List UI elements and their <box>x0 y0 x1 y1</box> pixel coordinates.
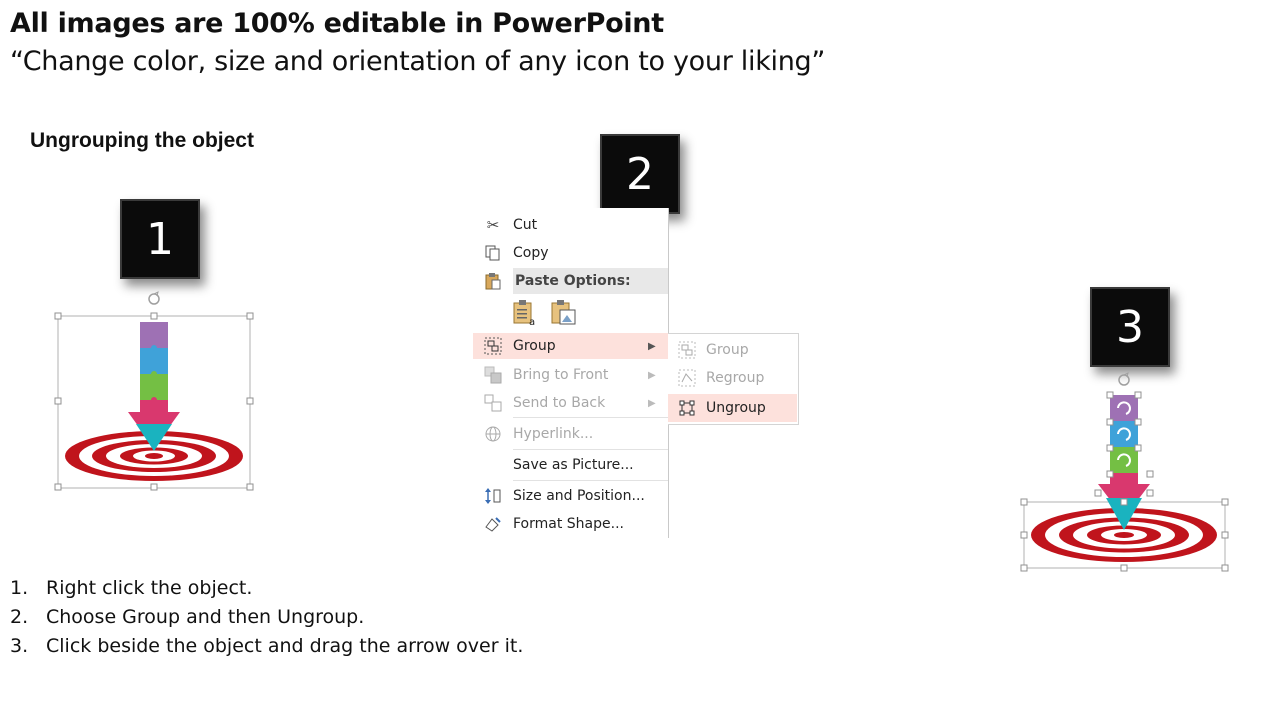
menu-item-bring-to-front[interactable]: Bring to Front ▶ <box>473 362 668 388</box>
menu-separator <box>513 449 668 450</box>
paste-icon <box>473 272 513 290</box>
menu-separator <box>513 480 668 481</box>
scissors-icon: ✂ <box>486 216 500 234</box>
group-submenu: Group Regroup Ungroup <box>668 333 799 425</box>
svg-text:a: a <box>529 317 535 327</box>
ungroup-icon <box>668 399 706 417</box>
menu-item-send-to-back[interactable]: Send to Back ▶ <box>473 390 668 416</box>
submenu-arrow-icon: ▶ <box>648 369 656 381</box>
instruction-item: 1. Right click the object. <box>10 577 253 599</box>
menu-item-size-and-position[interactable]: Size and Position... <box>473 483 668 509</box>
group-icon <box>668 341 706 359</box>
step-box-3: 3 <box>1090 287 1170 367</box>
bring-to-front-icon <box>473 366 513 384</box>
context-menu: ✂ Cut Copy Paste Options: a Group ▶ Brin… <box>473 208 669 538</box>
menu-item-paste-options: Paste Options: <box>473 268 668 294</box>
submenu-item-ungroup[interactable]: Ungroup <box>668 394 797 422</box>
grouped-target-arrow-graphic[interactable] <box>50 288 260 494</box>
menu-item-format-shape[interactable]: Format Shape... <box>473 511 668 537</box>
menu-item-save-as-picture[interactable]: Save as Picture... <box>473 452 668 478</box>
rotate-handle-icon[interactable] <box>1118 372 1130 386</box>
step-box-1: 1 <box>120 199 200 279</box>
step-box-2: 2 <box>600 134 680 214</box>
paste-picture-icon[interactable] <box>549 299 577 327</box>
copy-icon <box>473 245 513 261</box>
section-title: Ungrouping the object <box>30 129 254 152</box>
rotate-handle-icon[interactable] <box>148 291 160 305</box>
menu-item-hyperlink[interactable]: Hyperlink... <box>473 421 668 447</box>
menu-item-copy[interactable]: Copy <box>473 240 668 266</box>
submenu-item-regroup[interactable]: Regroup <box>668 364 797 392</box>
instruction-item: 3. Click beside the object and drag the … <box>10 635 524 657</box>
menu-item-cut[interactable]: ✂ Cut <box>473 212 668 238</box>
instruction-item: 2. Choose Group and then Ungroup. <box>10 606 365 628</box>
instruction-list: 1. Right click the object. 2. Choose Gro… <box>10 577 523 664</box>
ungrouped-target-arrow-graphic[interactable] <box>1016 372 1234 576</box>
regroup-icon <box>668 369 706 387</box>
send-to-back-icon <box>473 394 513 412</box>
format-shape-icon <box>473 515 513 533</box>
group-icon <box>473 337 513 355</box>
submenu-arrow-icon: ▶ <box>648 340 656 352</box>
menu-separator <box>513 417 668 418</box>
slide-title: All images are 100% editable in PowerPoi… <box>10 8 664 39</box>
hyperlink-icon <box>473 425 513 443</box>
paste-keep-formatting-icon[interactable]: a <box>511 299 539 327</box>
submenu-arrow-icon: ▶ <box>648 397 656 409</box>
slide-subtitle: “Change color, size and orientation of a… <box>10 46 826 77</box>
size-position-icon <box>473 487 513 505</box>
submenu-item-group[interactable]: Group <box>668 336 797 364</box>
menu-item-group[interactable]: Group ▶ <box>473 333 668 359</box>
